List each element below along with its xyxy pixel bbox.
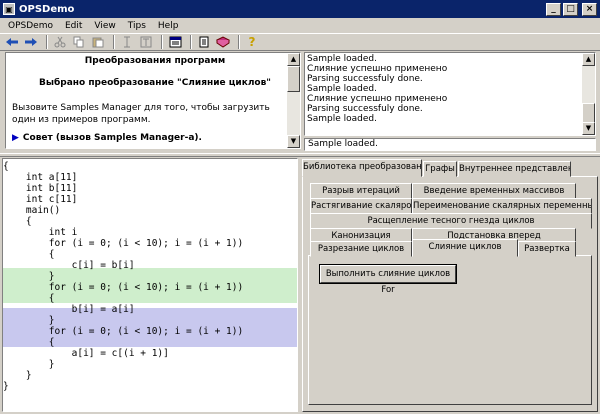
- back-arrow-icon[interactable]: [4, 35, 20, 49]
- cut-icon[interactable]: [52, 35, 68, 49]
- tab-graphs[interactable]: Графы: [423, 161, 457, 177]
- tip-link[interactable]: ▶ Совет (вызов Samples Manager-а).: [12, 133, 282, 143]
- splitter[interactable]: [0, 153, 600, 157]
- book-icon[interactable]: [215, 35, 231, 49]
- menu-view[interactable]: View: [88, 21, 121, 31]
- log-line: Слияние успешно применено: [307, 64, 448, 74]
- log-line: Parsing successfuly done.: [307, 74, 423, 84]
- menu-edit[interactable]: Edit: [59, 21, 88, 31]
- scroll-thumb[interactable]: [582, 103, 595, 123]
- close-button[interactable]: ×: [582, 2, 597, 16]
- info-scrollbar[interactable]: ▲ ▼: [287, 53, 300, 148]
- tab-iteration-split[interactable]: Разрыв итераций: [310, 183, 412, 199]
- calendar-icon[interactable]: [167, 35, 183, 49]
- menu-bar: OPSDemo Edit View Tips Help: [0, 18, 600, 33]
- tab-loop-fusion[interactable]: Слияние циклов: [412, 239, 518, 257]
- format-text-icon[interactable]: [138, 35, 154, 49]
- log-line: Слияние успешно применено: [307, 94, 448, 104]
- tip-link-label: Совет (вызов Samples Manager-а).: [22, 133, 202, 143]
- toolbar-separator: [190, 35, 192, 49]
- code-line: }: [3, 381, 9, 392]
- log-line: Sample loaded.: [307, 54, 377, 64]
- log-line: Parsing successfuly done.: [307, 104, 423, 114]
- app-icon: ▣: [3, 3, 15, 15]
- info-pane: Преобразования программ Выбрано преобраз…: [5, 52, 301, 149]
- menu-opsdemo[interactable]: OPSDemo: [2, 21, 59, 31]
- list-icon[interactable]: [196, 35, 212, 49]
- log-scrollbar[interactable]: ▲ ▼: [582, 53, 595, 135]
- copy-icon[interactable]: [71, 35, 87, 49]
- scroll-down-icon[interactable]: ▼: [287, 135, 300, 148]
- tab-internal-representation[interactable]: Внутреннее представление: [458, 161, 571, 177]
- apply-loop-fusion-button[interactable]: Выполнить слияние циклов For: [319, 264, 457, 295]
- forward-arrow-icon[interactable]: [23, 35, 39, 49]
- status-field: Sample loaded.: [304, 138, 596, 151]
- tab-temp-arrays[interactable]: Введение временных массивов: [412, 183, 576, 199]
- toolbar-separator: [113, 35, 115, 49]
- page-title: Преобразования программ: [84, 56, 226, 66]
- toolbar-separator: [46, 35, 48, 49]
- tab-library[interactable]: Библиотека преобразований: [302, 159, 422, 177]
- log-line: Sample loaded.: [307, 84, 377, 94]
- tab-unrolling[interactable]: Развертка: [518, 241, 576, 257]
- toolbar: ?: [0, 33, 600, 51]
- tab-scalar-expansion[interactable]: Растягивание скаляров: [310, 198, 412, 214]
- code-editor[interactable]: { int a[11] int b[11] int c[11] main() {…: [2, 158, 298, 412]
- text-cursor-icon[interactable]: [119, 35, 135, 49]
- scroll-thumb[interactable]: [287, 66, 300, 92]
- paste-icon[interactable]: [90, 35, 106, 49]
- scroll-up-icon[interactable]: ▲: [582, 53, 595, 66]
- triangle-icon: ▶: [12, 133, 19, 143]
- menu-tips[interactable]: Tips: [122, 21, 152, 31]
- log-pane: Sample loaded. Слияние успешно применено…: [304, 52, 596, 136]
- toolbar-separator: [238, 35, 240, 49]
- menu-help[interactable]: Help: [152, 21, 185, 31]
- instruction-text: Вызовите Samples Manager для того, чтобы…: [12, 103, 270, 125]
- log-line: Sample loaded.: [307, 114, 377, 124]
- tab-nest-split[interactable]: Расщепление тесного гнезда циклов: [310, 213, 592, 229]
- toolbar-separator: [161, 35, 163, 49]
- window-title: OPSDemo: [19, 3, 75, 15]
- minimize-button[interactable]: _: [546, 2, 561, 16]
- tab-loop-cutting[interactable]: Разрезание циклов: [310, 241, 412, 257]
- selected-transform-heading: Выбрано преобразование "Слияние циклов": [38, 78, 271, 88]
- title-bar: ▣ OPSDemo _ □ ×: [0, 0, 600, 18]
- maximize-button[interactable]: □: [563, 2, 578, 16]
- transform-panel: Библиотека преобразований Графы Внутренн…: [302, 159, 598, 412]
- tab-scalar-renaming[interactable]: Переименование скалярных переменных: [412, 198, 592, 214]
- help-icon[interactable]: ?: [244, 35, 260, 49]
- scroll-up-icon[interactable]: ▲: [287, 53, 300, 66]
- scroll-down-icon[interactable]: ▼: [582, 122, 595, 135]
